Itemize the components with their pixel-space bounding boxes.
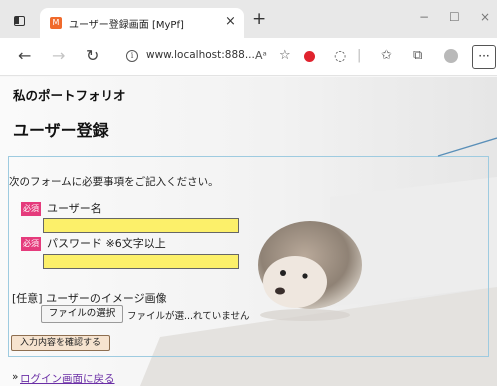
username-label: ユーザー名: [47, 202, 102, 215]
tab-strip: M ユーザー登録画面 [MyPf] × + − ☐ ×: [0, 0, 497, 38]
file-status-text: ファイルが選...れていません: [127, 311, 250, 322]
site-title: 私のポートフォリオ: [13, 88, 126, 103]
required-badge: 必須: [21, 202, 41, 216]
password-input[interactable]: [43, 254, 239, 269]
tab-close-icon[interactable]: ×: [225, 14, 236, 29]
back-icon[interactable]: ←: [18, 47, 31, 65]
site-info-icon[interactable]: i: [126, 50, 138, 62]
favorites-icon[interactable]: ✩: [381, 48, 392, 64]
minimize-button[interactable]: −: [419, 10, 429, 24]
form-intro-text: 次のフォームに必要事項をご記入ください。: [9, 176, 219, 188]
favicon-icon: M: [50, 17, 62, 29]
add-favorite-icon[interactable]: ☆: [279, 48, 291, 64]
forward-icon[interactable]: →: [52, 47, 65, 65]
toolbar-divider: |: [357, 48, 362, 63]
page-title: ユーザー登録: [13, 121, 109, 140]
window-close-button[interactable]: ×: [480, 10, 490, 24]
tab-actions-icon[interactable]: [14, 16, 25, 26]
password-label: パスワード ※6文字以上: [47, 237, 166, 250]
page-content: 私のポートフォリオ ユーザー登録 次のフォームに必要事項をご記入ください。 必須…: [0, 77, 497, 386]
back-link-marker: »: [12, 371, 19, 383]
browser-toolbar: ← → ↻ i www.localhost:888... Aᵃ ☆ ◌ | ✩ …: [0, 38, 497, 76]
profile-icon[interactable]: [444, 49, 458, 63]
address-bar-url[interactable]: www.localhost:888...: [146, 49, 255, 61]
confirm-input-button[interactable]: 入力内容を確認する: [11, 335, 110, 351]
back-to-login-link[interactable]: ログイン画面に戻る: [20, 371, 115, 386]
image-label: [任意] ユーザーのイメージ画像: [12, 292, 167, 305]
reload-icon[interactable]: ↻: [86, 47, 99, 65]
extension-icon[interactable]: [304, 51, 315, 62]
username-input[interactable]: [43, 218, 239, 233]
more-menu-button[interactable]: ···: [472, 45, 496, 69]
extension-2-icon[interactable]: ◌: [334, 48, 346, 64]
collections-icon[interactable]: ⧉: [413, 48, 422, 64]
new-tab-button[interactable]: +: [252, 11, 266, 28]
required-badge: 必須: [21, 237, 41, 251]
read-aloud-icon[interactable]: Aᵃ: [255, 48, 267, 64]
tab-title: ユーザー登録画面 [MyPf]: [69, 20, 184, 31]
browser-window: M ユーザー登録画面 [MyPf] × + − ☐ × ← → ↻ i www.…: [0, 0, 497, 386]
choose-file-button[interactable]: ファイルの選択: [41, 305, 123, 323]
tab-user-registration[interactable]: M ユーザー登録画面 [MyPf] ×: [40, 8, 244, 38]
maximize-button[interactable]: ☐: [449, 10, 460, 24]
